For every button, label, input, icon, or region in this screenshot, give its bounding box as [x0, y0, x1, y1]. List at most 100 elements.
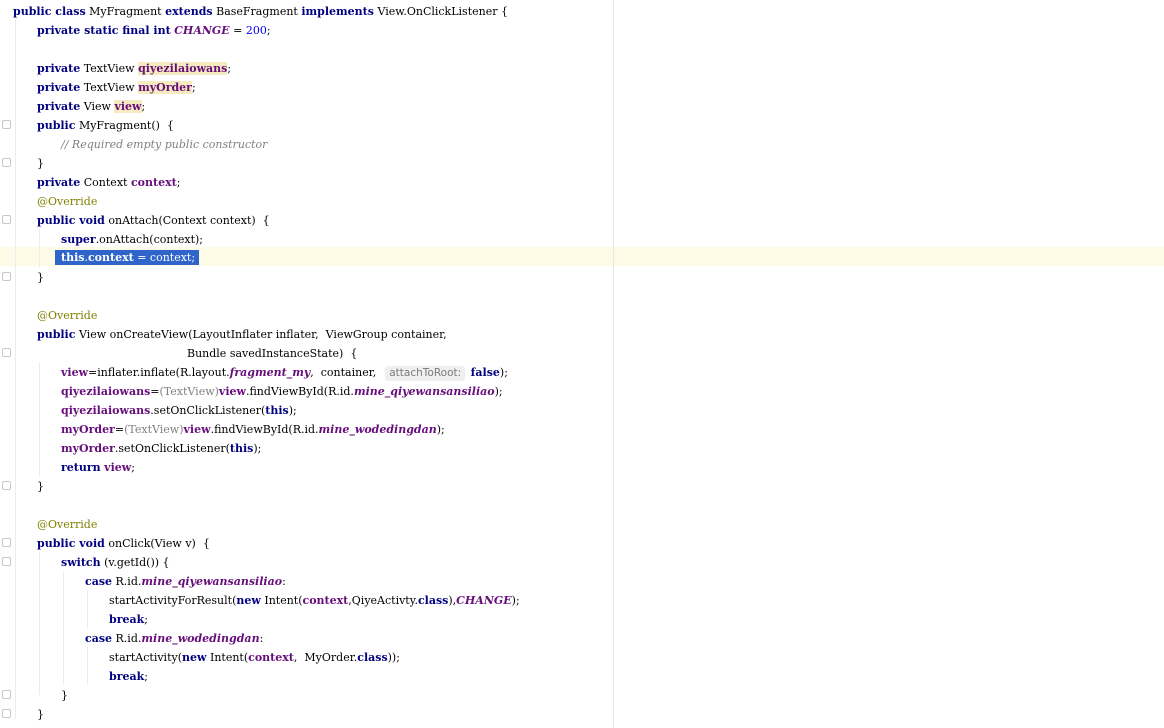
code-line[interactable]: public class MyFragment extends BaseFrag…: [13, 2, 508, 21]
field-name: view: [61, 366, 89, 379]
code-line[interactable]: qiyezilaiowans=(TextView)view.findViewBy…: [61, 382, 503, 401]
field-name: context: [248, 651, 294, 664]
text-selection[interactable]: this.context = context;: [55, 250, 200, 265]
code-line[interactable]: case R.id.mine_qiyewansansiliao:: [85, 572, 286, 591]
keyword: break: [109, 670, 145, 683]
code-line[interactable]: break;: [109, 610, 148, 629]
code-line[interactable]: private View view;: [37, 97, 145, 116]
type-name: View: [83, 100, 111, 113]
field-name: qiyezilaiowans: [61, 385, 151, 398]
fold-marker-icon[interactable]: [2, 481, 11, 490]
code-line-selected[interactable]: this.context = context;: [55, 248, 200, 267]
punctuation: ;: [191, 81, 196, 94]
annotation: @Override: [37, 195, 98, 208]
keyword: public: [37, 328, 76, 341]
code-line[interactable]: qiyezilaiowans.setOnClickListener(this);: [61, 401, 297, 420]
code-line[interactable]: }: [61, 686, 68, 705]
fold-marker-icon[interactable]: [2, 690, 11, 699]
keyword: private static final int: [37, 24, 171, 37]
type-cast: (TextView): [159, 385, 219, 398]
code-comment: // Required empty public constructor: [61, 138, 268, 151]
code-line[interactable]: }: [37, 477, 44, 496]
fold-marker-icon[interactable]: [2, 557, 11, 566]
keyword: class: [357, 651, 388, 664]
method-call: .setOnClickListener(: [150, 404, 266, 417]
field-name: context: [87, 251, 134, 264]
fold-marker-icon[interactable]: [2, 215, 11, 224]
fold-marker-icon[interactable]: [2, 158, 11, 167]
code-line[interactable]: }: [37, 154, 44, 173]
code-line[interactable]: startActivityForResult(new Intent(contex…: [109, 591, 520, 610]
field-name: context: [130, 176, 177, 189]
brace: }: [37, 708, 44, 721]
keyword: this: [229, 442, 254, 455]
punctuation: );: [499, 366, 508, 379]
keyword: return: [61, 461, 101, 474]
code-line[interactable]: public MyFragment() {: [37, 116, 174, 135]
keyword: case: [85, 632, 113, 645]
fold-marker-icon[interactable]: [2, 348, 11, 357]
type-name: TextView: [83, 81, 135, 94]
keyword: this: [61, 251, 85, 264]
code-line[interactable]: Bundle savedInstanceState) {: [187, 344, 357, 363]
method-call: .findViewById(R.id.: [210, 423, 319, 436]
code-line[interactable]: super.onAttach(context);: [61, 230, 203, 249]
code-line[interactable]: public View onCreateView(LayoutInflater …: [37, 325, 447, 344]
code-line[interactable]: }: [37, 705, 44, 724]
field-name: qiyezilaiowans: [61, 404, 151, 417]
method-signature: onAttach(Context context) {: [108, 214, 270, 227]
method-call: .setOnClickListener(: [114, 442, 230, 455]
indent-guide: [39, 552, 40, 695]
brace: }: [37, 157, 44, 170]
fold-marker-icon[interactable]: [2, 709, 11, 718]
code-line[interactable]: @Override: [37, 515, 97, 534]
keyword: implements: [301, 5, 374, 18]
indent-guide: [39, 229, 40, 267]
fold-marker-icon[interactable]: [2, 120, 11, 129]
resource-id: mine_wodedingdan: [141, 632, 260, 645]
arguments: , container,: [310, 366, 384, 379]
code-line[interactable]: @Override: [37, 306, 97, 325]
fold-marker-icon[interactable]: [2, 272, 11, 281]
code-line[interactable]: case R.id.mine_wodedingdan:: [85, 629, 263, 648]
code-line[interactable]: @Override: [37, 192, 97, 211]
code-line[interactable]: myOrder=(TextView)view.findViewById(R.id…: [61, 420, 445, 439]
code-line[interactable]: myOrder.setOnClickListener(this);: [61, 439, 261, 458]
code-line[interactable]: public void onAttach(Context context) {: [37, 211, 270, 230]
code-line[interactable]: private TextView myOrder;: [37, 78, 196, 97]
brace: }: [37, 480, 44, 493]
keyword: switch: [61, 556, 101, 569]
method-call: .onAttach(context);: [95, 233, 203, 246]
code-line[interactable]: public void onClick(View v) {: [37, 534, 210, 553]
method-signature-continued: Bundle savedInstanceState) {: [187, 347, 358, 360]
punctuation: ;: [131, 461, 135, 474]
field-name: view: [114, 100, 142, 113]
code-line[interactable]: // Required empty public constructor: [61, 135, 267, 154]
punctuation: :: [282, 575, 286, 588]
keyword: private: [37, 62, 81, 75]
code-line[interactable]: switch (v.getId()) {: [61, 553, 170, 572]
code-line[interactable]: private Context context;: [37, 173, 180, 192]
field-name: myOrder: [138, 81, 192, 94]
code-line[interactable]: startActivity(new Intent(context, MyOrde…: [109, 648, 400, 667]
operator: =: [229, 24, 246, 37]
code-line[interactable]: }: [37, 268, 44, 287]
code-line[interactable]: view=inflater.inflate(R.layout.fragment_…: [61, 363, 508, 382]
type-cast: (TextView): [124, 423, 184, 436]
interface-name: View.OnClickListener {: [377, 5, 508, 18]
keyword: public void: [37, 537, 105, 550]
arguments: , MyOrder.: [293, 651, 358, 664]
punctuation: );: [436, 423, 445, 436]
punctuation: );: [494, 385, 503, 398]
code-line[interactable]: private TextView qiyezilaiowans;: [37, 59, 231, 78]
code-line[interactable]: return view;: [61, 458, 135, 477]
code-editor[interactable]: public class MyFragment extends BaseFrag…: [0, 0, 1164, 728]
punctuation: ;: [227, 62, 232, 75]
constructor-call: Intent(: [260, 594, 303, 607]
code-line[interactable]: private static final int CHANGE = 200;: [37, 21, 271, 40]
punctuation: ),: [448, 594, 457, 607]
keyword: this: [265, 404, 289, 417]
fold-marker-icon[interactable]: [2, 538, 11, 547]
resource-id: fragment_my: [229, 366, 311, 379]
code-line[interactable]: break;: [109, 667, 148, 686]
